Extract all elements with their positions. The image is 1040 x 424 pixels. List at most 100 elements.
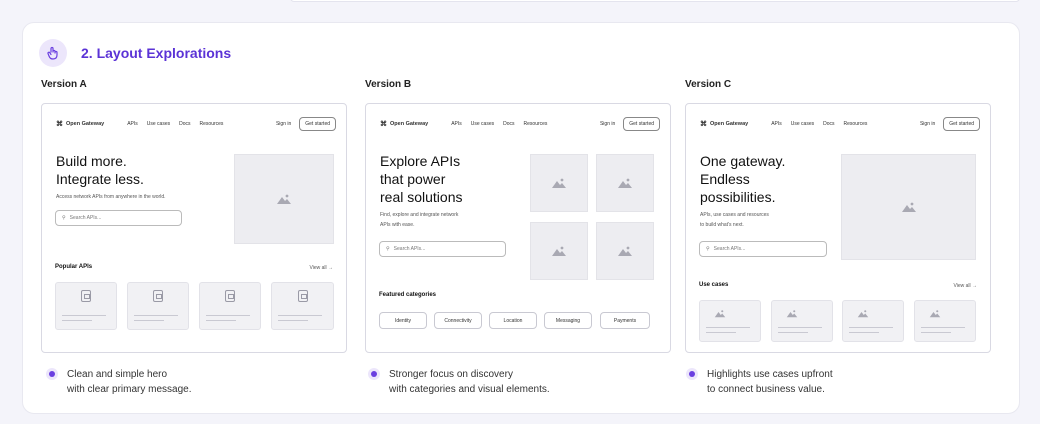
mock-hero-subtext: Access network APIs from anywhere in the… — [56, 192, 166, 202]
search-placeholder: Search APIs... — [713, 246, 746, 252]
document-icon — [81, 290, 91, 302]
mock-signin: Sign in — [275, 121, 292, 127]
hero-line: Integrate less. — [56, 171, 144, 187]
mock-link-use-cases: Use cases — [146, 121, 171, 127]
mock-nav: ⌘ Open Gateway APIs Use cases Docs Resour… — [380, 116, 660, 132]
mock-logo: ⌘ Open Gateway — [700, 121, 748, 128]
mock-link-docs: Docs — [503, 121, 515, 127]
bullet-dot-icon — [689, 371, 695, 377]
hero-line: Build more. — [56, 153, 127, 169]
mock-link-apis: APIs — [771, 121, 782, 127]
use-case-card — [842, 300, 904, 342]
gateway-logo-icon: ⌘ — [56, 120, 63, 128]
mock-brand: Open Gateway — [710, 121, 749, 127]
image-placeholder-icon — [530, 154, 588, 212]
image-placeholder-icon — [714, 310, 726, 318]
mock-brand: Open Gateway — [390, 121, 429, 127]
image-placeholder-icon — [530, 222, 588, 280]
version-b-wireframe[interactable]: ⌘ Open Gateway APIs Use cases Docs Resour… — [365, 103, 671, 353]
api-card — [271, 282, 334, 330]
search-icon: ⚲ — [706, 246, 710, 252]
mock-link-use-cases: Use cases — [470, 121, 495, 127]
note-line: to connect business value. — [707, 384, 825, 395]
mock-signin: Sign in — [919, 121, 936, 127]
image-placeholder-icon — [596, 222, 654, 280]
hero-line: Explore APIs — [380, 153, 461, 169]
version-c-wireframe[interactable]: ⌘ Open Gateway APIs Use cases Docs Resour… — [685, 103, 991, 353]
mock-link-resources: Resources — [843, 121, 868, 127]
mock-nav: ⌘ Open Gateway APIs Use cases Docs Resour… — [56, 116, 336, 132]
image-placeholder-icon — [929, 310, 941, 318]
mock-logo: ⌘ Open Gateway — [380, 121, 428, 128]
use-case-card — [771, 300, 833, 342]
mock-get-started: Get started — [623, 117, 660, 131]
mock-brand: Open Gateway — [66, 121, 105, 127]
note-line: Highlights use cases upfront — [707, 369, 833, 380]
search-icon: ⚲ — [386, 246, 390, 252]
gateway-logo-icon: ⌘ — [700, 120, 707, 128]
api-card — [199, 282, 261, 330]
mock-link-apis: APIs — [451, 121, 462, 127]
version-a: Version A ⌘ Open Gateway APIs Use cases D… — [41, 79, 347, 353]
search-icon: ⚲ — [62, 215, 66, 221]
hero-line: Endless — [700, 171, 750, 187]
image-placeholder-icon — [596, 154, 654, 212]
version-c-note: Highlights use cases upfront to connect b… — [689, 367, 833, 397]
hero-line: possibilities. — [700, 189, 776, 205]
version-a-wireframe[interactable]: ⌘ Open Gateway APIs Use cases Docs Resour… — [41, 103, 347, 353]
mock-link-docs: Docs — [179, 121, 191, 127]
hero-line: One gateway. — [700, 153, 786, 169]
section-header: 2. Layout Explorations — [39, 39, 231, 67]
mock-link-apis: APIs — [127, 121, 138, 127]
subtext-line: to build what's next. — [700, 222, 744, 228]
search-placeholder: Search APIs... — [393, 246, 426, 252]
subtext-line: Access network APIs from anywhere in the… — [56, 194, 166, 200]
mock-get-started: Get started — [943, 117, 980, 131]
previous-card-edge — [290, 0, 1020, 2]
subtext-line: APIs, use cases and resources — [700, 212, 769, 218]
document-icon — [225, 290, 235, 302]
mock-search-input: ⚲ Search APIs... — [55, 210, 182, 226]
use-case-card — [699, 300, 761, 342]
layout-explorations-panel: 2. Layout Explorations Version A ⌘ Open G… — [22, 22, 1020, 414]
mock-link-docs: Docs — [823, 121, 835, 127]
mock-link-use-cases: Use cases — [790, 121, 815, 127]
mock-search-input: ⚲ Search APIs... — [379, 241, 506, 257]
mock-get-started: Get started — [299, 117, 336, 131]
mock-signin: Sign in — [599, 121, 616, 127]
mock-link-resources: Resources — [523, 121, 548, 127]
mock-hero-title: Explore APIs that power real solutions — [380, 152, 463, 206]
mock-hero-subtext: APIs, use cases and resources to build w… — [700, 210, 769, 230]
gateway-logo-icon: ⌘ — [380, 120, 387, 128]
mock-hero-subtext: Find, explore and integrate network APIs… — [380, 210, 458, 230]
image-placeholder-icon — [841, 154, 976, 260]
section-title: 2. Layout Explorations — [81, 45, 232, 61]
mock-section-label: Popular APIs — [55, 264, 93, 270]
hero-line: real solutions — [380, 189, 463, 205]
mock-links: APIs Use cases Docs Resources — [451, 121, 547, 127]
mock-links: APIs Use cases Docs Resources — [771, 121, 867, 127]
category-chip: Messaging — [544, 312, 592, 329]
mock-view-all: View all → — [953, 283, 977, 289]
version-b-note: Stronger focus on discovery with categori… — [371, 367, 550, 397]
note-line: with clear primary message. — [67, 384, 192, 395]
category-chip: Location — [489, 312, 537, 329]
mock-search-input: ⚲ Search APIs... — [699, 241, 827, 257]
note-line: with categories and visual elements. — [389, 384, 550, 395]
version-b-label: Version B — [365, 79, 412, 90]
mock-hero-title: One gateway. Endless possibilities. — [700, 152, 785, 206]
version-a-label: Version A — [41, 79, 87, 90]
category-chip: Connectivity — [434, 312, 482, 329]
mock-section-label: Use cases — [699, 282, 729, 288]
version-c-label: Version C — [685, 79, 732, 90]
mock-section-label: Featured categories — [379, 292, 437, 298]
document-icon — [153, 290, 163, 302]
use-case-card — [914, 300, 976, 342]
mock-nav: ⌘ Open Gateway APIs Use cases Docs Resour… — [700, 116, 980, 132]
bullet-dot-icon — [49, 371, 55, 377]
subtext-line: Find, explore and integrate network — [380, 212, 459, 218]
subtext-line: APIs with ease. — [380, 222, 415, 228]
api-card — [127, 282, 189, 330]
category-chip: Payments — [600, 312, 650, 329]
image-placeholder-icon — [786, 310, 798, 318]
